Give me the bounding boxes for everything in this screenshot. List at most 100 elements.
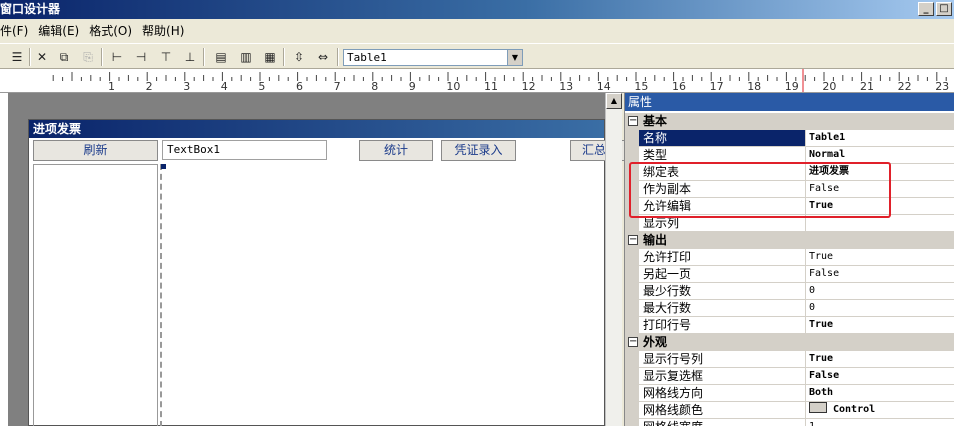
form-window[interactable]: 进项发票 刷新 TextBox1 统计 凭证录入 汇总 bbox=[28, 119, 630, 426]
ruler-number: 15 bbox=[634, 80, 648, 93]
toolbar-separator bbox=[337, 48, 339, 66]
menu-file[interactable]: 件(F) bbox=[0, 22, 36, 39]
property-value[interactable]: Control bbox=[806, 402, 954, 419]
toolbar-separator bbox=[29, 48, 31, 66]
property-row[interactable]: 最少行数 0 bbox=[625, 283, 954, 300]
same-height-icon[interactable]: ▤ bbox=[212, 48, 230, 66]
ruler-number: 2 bbox=[146, 80, 153, 93]
collapse-icon[interactable]: − bbox=[628, 235, 638, 245]
property-value[interactable]: True bbox=[806, 317, 954, 334]
align-top-icon[interactable]: ⊤ bbox=[157, 48, 175, 66]
paste-icon[interactable]: ⎘ bbox=[79, 48, 97, 66]
maximize-button[interactable]: □ bbox=[936, 2, 952, 16]
ruler-number: 13 bbox=[559, 80, 573, 93]
ruler-number: 11 bbox=[484, 80, 498, 93]
textbox1[interactable]: TextBox1 bbox=[162, 140, 327, 160]
property-row[interactable]: 网格线方向 Both bbox=[625, 385, 954, 402]
property-row[interactable]: 显示行号列 True bbox=[625, 351, 954, 368]
property-row[interactable]: 网格线宽度1 bbox=[625, 419, 954, 426]
table-select[interactable]: Table1 ▼ bbox=[343, 49, 523, 66]
cut-icon[interactable]: ✕ bbox=[33, 48, 51, 66]
property-value[interactable]: True bbox=[806, 249, 954, 266]
menu-help[interactable]: 帮助(H) bbox=[140, 22, 192, 39]
window-controls: _ □ bbox=[918, 2, 952, 16]
property-row[interactable]: 网格线颜色 Control bbox=[625, 402, 954, 419]
property-name: 最大行数 bbox=[639, 300, 806, 317]
category-output[interactable]: − 输出 bbox=[625, 232, 954, 249]
voucher-entry-button[interactable]: 凭证录入 bbox=[441, 140, 516, 161]
property-row[interactable]: 允许打印 True bbox=[625, 249, 954, 266]
vertical-ruler bbox=[0, 93, 8, 426]
property-value[interactable]: True bbox=[806, 351, 954, 368]
design-vertical-scrollbar[interactable]: ▲ bbox=[605, 93, 622, 426]
ruler-number: 3 bbox=[183, 80, 190, 93]
ruler-number: 17 bbox=[710, 80, 724, 93]
align-right-icon[interactable]: ⊣ bbox=[132, 48, 150, 66]
same-size-icon[interactable]: ▦ bbox=[261, 48, 279, 66]
ruler-number: 21 bbox=[860, 80, 874, 93]
property-panel: 属性 − 基本 − 输出 − 外观 名称 Table1 类型 Normal 绑定表 进项发… bbox=[624, 93, 954, 426]
toolbar-separator bbox=[203, 48, 205, 66]
align-left-icon[interactable]: ⊢ bbox=[108, 48, 126, 66]
table1-grid[interactable] bbox=[160, 164, 604, 426]
property-value[interactable]: False bbox=[806, 368, 954, 385]
color-swatch-icon bbox=[809, 402, 827, 413]
category-appearance[interactable]: − 外观 bbox=[625, 334, 954, 351]
ruler-number: 16 bbox=[672, 80, 686, 93]
toolbar: ☰ ✕ ⧉ ⎘ ⊢ ⊣ ⊤ ⊥ ▤ ▥ ▦ ⇳ ⇔ Table1 ▼ bbox=[0, 43, 954, 69]
ruler-number: 12 bbox=[522, 80, 536, 93]
property-value[interactable]: 0 bbox=[806, 300, 954, 317]
horizontal-spacing-icon[interactable]: ⇔ bbox=[314, 48, 332, 66]
property-name: 网格线方向 bbox=[639, 385, 806, 402]
property-value[interactable]: 0 bbox=[806, 283, 954, 300]
property-value-text: Control bbox=[833, 404, 876, 415]
collapse-icon[interactable]: − bbox=[628, 337, 638, 347]
ruler-number: 18 bbox=[747, 80, 761, 93]
ruler-number: 1 bbox=[108, 80, 115, 93]
menu-format[interactable]: 格式(O) bbox=[87, 22, 140, 39]
refresh-button[interactable]: 刷新 bbox=[33, 140, 158, 161]
list-icon[interactable]: ☰ bbox=[8, 48, 26, 66]
menu-edit[interactable]: 编辑(E) bbox=[36, 22, 87, 39]
left-panel[interactable] bbox=[33, 164, 158, 426]
ruler-number: 20 bbox=[822, 80, 836, 93]
table-select-value: Table1 bbox=[347, 51, 387, 64]
scroll-up-icon[interactable]: ▲ bbox=[606, 93, 622, 109]
same-width-icon[interactable]: ▥ bbox=[237, 48, 255, 66]
toolbar-separator bbox=[283, 48, 285, 66]
collapse-icon[interactable]: − bbox=[628, 116, 638, 126]
property-name: 允许打印 bbox=[639, 249, 806, 266]
selection-handle[interactable] bbox=[161, 164, 166, 169]
row-gutter bbox=[625, 419, 639, 426]
row-gutter bbox=[625, 368, 639, 385]
property-value[interactable]: Both bbox=[806, 385, 954, 402]
category-basic[interactable]: − 基本 bbox=[625, 113, 954, 130]
property-name: 名称 bbox=[639, 130, 806, 147]
ruler-number: 8 bbox=[371, 80, 378, 93]
ruler-number: 5 bbox=[258, 80, 265, 93]
property-value[interactable]: Table1 bbox=[806, 130, 954, 147]
property-row[interactable]: 另起一页 False bbox=[625, 266, 954, 283]
category-label: 基本 bbox=[643, 114, 668, 128]
property-row[interactable]: 最大行数 0 bbox=[625, 300, 954, 317]
align-bottom-icon[interactable]: ⊥ bbox=[181, 48, 199, 66]
property-name: 最少行数 bbox=[639, 283, 806, 300]
chevron-down-icon[interactable]: ▼ bbox=[507, 50, 522, 65]
copy-icon[interactable]: ⧉ bbox=[55, 48, 73, 66]
property-row[interactable]: 显示复选框 False bbox=[625, 368, 954, 385]
property-name: 打印行号 bbox=[639, 317, 806, 334]
property-panel-header: 属性 bbox=[625, 93, 954, 111]
toolbar-separator bbox=[101, 48, 103, 66]
property-row[interactable]: 打印行号 True bbox=[625, 317, 954, 334]
property-row[interactable]: 名称 Table1 bbox=[625, 130, 954, 147]
stats-button[interactable]: 统计 bbox=[359, 140, 433, 161]
row-gutter bbox=[625, 283, 639, 300]
row-gutter bbox=[625, 130, 639, 147]
property-value[interactable]: 1 bbox=[806, 419, 954, 426]
property-name: 显示复选框 bbox=[639, 368, 806, 385]
row-gutter bbox=[625, 249, 639, 266]
minimize-button[interactable]: _ bbox=[918, 2, 934, 16]
vertical-spacing-icon[interactable]: ⇳ bbox=[290, 48, 308, 66]
property-value[interactable]: False bbox=[806, 266, 954, 283]
highlight-box bbox=[629, 162, 891, 218]
